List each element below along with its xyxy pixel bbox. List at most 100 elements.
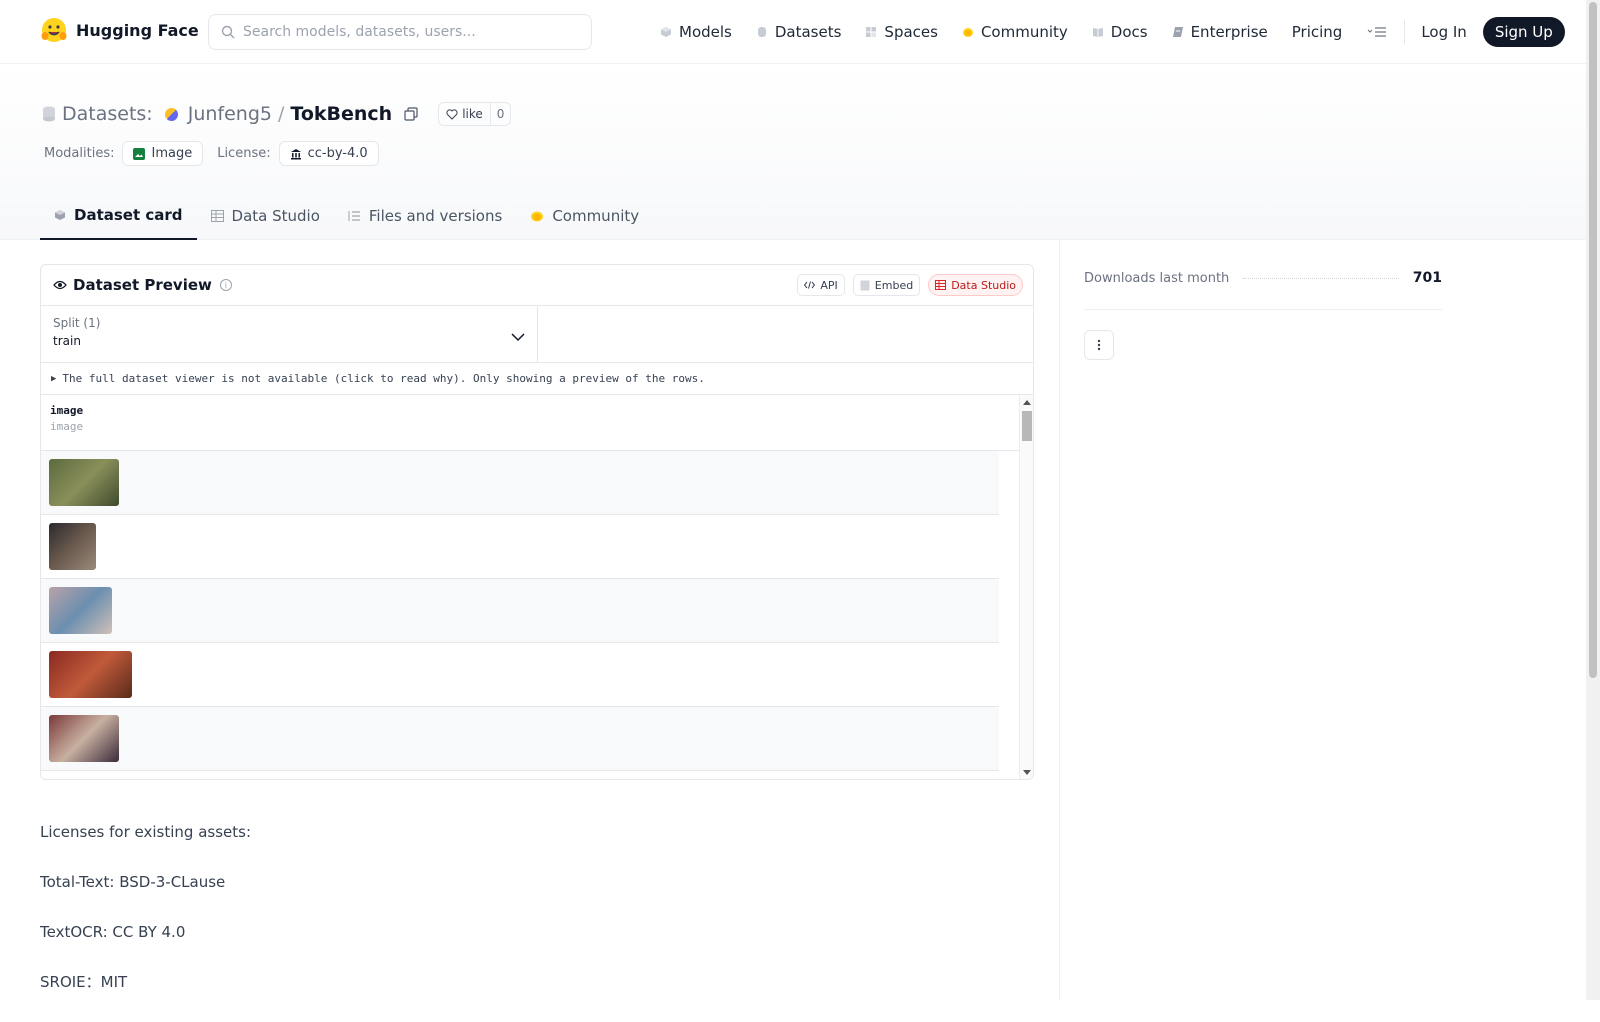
tab-label: Files and versions (368, 207, 503, 225)
repo-separator: / (277, 103, 285, 125)
nav-models[interactable]: Models (660, 23, 732, 41)
nav-label: Models (679, 23, 732, 41)
hand-icon (531, 211, 544, 222)
embed-button[interactable]: Embed (852, 274, 921, 296)
api-button[interactable]: API (797, 274, 845, 296)
license-label: License: (217, 146, 271, 161)
split-selector-row: Split (1) train (41, 306, 1033, 363)
tab-data-studio[interactable]: Data Studio (197, 192, 334, 240)
tab-label: Data Studio (231, 207, 320, 225)
license-value: cc-by-4.0 (307, 146, 368, 161)
scrollbar-thumb[interactable] (1022, 411, 1032, 441)
table-row[interactable] (41, 515, 999, 579)
owner-avatar (164, 107, 178, 121)
nav-pricing[interactable]: Pricing (1292, 23, 1343, 41)
table-row[interactable] (41, 707, 999, 771)
nav-label: Community (980, 23, 1068, 41)
table-row[interactable] (41, 579, 999, 643)
data-studio-label: Data Studio (951, 278, 1016, 292)
disclosure-triangle-icon: ▶ (51, 373, 57, 384)
repo-metadata: Modalities: Image License: cc-by-4.0 (44, 141, 379, 166)
brand-name: Hugging Face (76, 20, 199, 40)
image-thumbnail[interactable] (49, 459, 119, 506)
more-options-button[interactable] (1084, 330, 1114, 360)
viewer-notice[interactable]: ▶ The full dataset viewer is not availab… (41, 363, 1033, 395)
hand-icon (962, 28, 973, 37)
license-tag[interactable]: cc-by-4.0 (278, 141, 379, 166)
notice-text: The full dataset viewer is not available… (62, 372, 705, 385)
table-scrollbar[interactable] (1019, 395, 1033, 779)
downloads-label: Downloads last month (1084, 270, 1230, 286)
nav-label: Enterprise (1190, 23, 1268, 41)
cube-icon (55, 210, 65, 220)
dataset-card-main: Dataset Preview i API Embed Data Studio (40, 264, 1034, 1022)
nav-enterprise[interactable]: Enterprise (1172, 23, 1268, 41)
book-icon (1092, 28, 1103, 37)
image-icon (133, 147, 146, 160)
repo-owner-link[interactable]: Junfeng5 (188, 103, 272, 125)
signup-button[interactable]: Sign Up (1482, 17, 1565, 47)
code-icon (804, 281, 816, 289)
repo-kind-label[interactable]: Datasets: (62, 103, 153, 125)
hugging-face-logo-icon (41, 18, 67, 42)
embed-label: Embed (874, 278, 914, 292)
document-icon (860, 280, 870, 290)
copy-icon[interactable] (404, 107, 418, 121)
table-row[interactable] (41, 643, 999, 707)
search-input[interactable] (243, 24, 573, 40)
image-thumbnail[interactable] (49, 587, 112, 634)
card-paragraph: SROIE：MIT (40, 973, 128, 991)
main-nav: Models Datasets Spaces Community Docs En… (660, 17, 1565, 47)
sidebar-divider (1059, 240, 1060, 1000)
nav-docs[interactable]: Docs (1092, 23, 1148, 41)
search-icon (221, 25, 235, 39)
nav-spaces[interactable]: Spaces (865, 23, 938, 41)
enterprise-icon (1172, 27, 1183, 37)
info-icon[interactable]: i (219, 279, 232, 291)
repo-name[interactable]: TokBench (290, 103, 392, 125)
like-button[interactable]: like 0 (438, 102, 512, 126)
right-sidebar: Downloads last month 701 (1084, 264, 1442, 360)
modality-tag[interactable]: Image (122, 141, 204, 166)
card-paragraph: TextOCR: CC BY 4.0 (40, 923, 186, 941)
dotted-leader (1243, 277, 1399, 279)
split-value: train (53, 334, 81, 348)
tab-community[interactable]: Community (516, 192, 653, 240)
more-menu-button[interactable] (1366, 22, 1388, 42)
grid-icon (866, 27, 877, 37)
cube-icon (661, 27, 671, 37)
kebab-icon (1097, 339, 1101, 351)
modality-value: Image (151, 146, 193, 161)
modalities-label: Modalities: (44, 146, 115, 161)
nav-datasets[interactable]: Datasets (756, 23, 841, 41)
scroll-down-arrow-icon[interactable] (1023, 770, 1031, 775)
like-count[interactable]: 0 (489, 103, 511, 125)
page-scrollbar-thumb[interactable] (1589, 2, 1597, 678)
downloads-value: 701 (1412, 270, 1442, 286)
image-thumbnail[interactable] (49, 651, 132, 698)
nav-label: Docs (1110, 23, 1148, 41)
image-thumbnail[interactable] (49, 523, 96, 570)
table-icon (935, 280, 947, 290)
column-header-image[interactable]: image image (41, 395, 1033, 451)
table-rows (41, 451, 1033, 771)
logo[interactable]: Hugging Face (40, 16, 199, 44)
tab-dataset-card[interactable]: Dataset card (40, 192, 197, 240)
tab-files[interactable]: Files and versions (334, 192, 516, 240)
api-label: API (820, 278, 838, 292)
search-bar[interactable] (208, 14, 592, 50)
scroll-up-arrow-icon[interactable] (1023, 400, 1031, 405)
nav-divider (1404, 20, 1406, 44)
nav-community[interactable]: Community (962, 23, 1068, 41)
image-thumbnail[interactable] (49, 715, 119, 762)
split-select[interactable]: Split (1) train (41, 306, 538, 362)
table-row[interactable] (41, 451, 999, 515)
tab-label: Dataset card (74, 206, 183, 224)
split-label: Split (1) (53, 316, 101, 330)
page-scrollbar[interactable] (1586, 0, 1600, 1000)
login-link[interactable]: Log In (1421, 23, 1467, 41)
downloads-stat: Downloads last month 701 (1084, 264, 1442, 292)
data-studio-button[interactable]: Data Studio (928, 274, 1023, 296)
heart-icon (446, 108, 458, 120)
files-icon (348, 211, 360, 221)
